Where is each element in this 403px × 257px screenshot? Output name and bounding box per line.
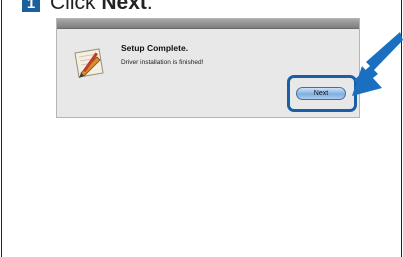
page-border-left xyxy=(1,0,2,257)
step-prefix: Click xyxy=(50,0,102,14)
next-button[interactable]: Next xyxy=(296,87,346,100)
dialog-titlebar xyxy=(57,19,359,29)
step-number: 1 xyxy=(22,0,40,12)
dialog-title: Setup Complete. xyxy=(121,43,189,53)
step-suffix: . xyxy=(146,0,153,14)
installer-icon xyxy=(69,43,109,83)
pointer-arrow-icon xyxy=(352,30,403,102)
dialog-message: Driver installation is finished! xyxy=(121,59,204,66)
instruction-step: 1 Click Next. xyxy=(22,0,153,14)
step-instruction: Click Next. xyxy=(50,0,153,14)
step-action: Next xyxy=(101,0,147,14)
